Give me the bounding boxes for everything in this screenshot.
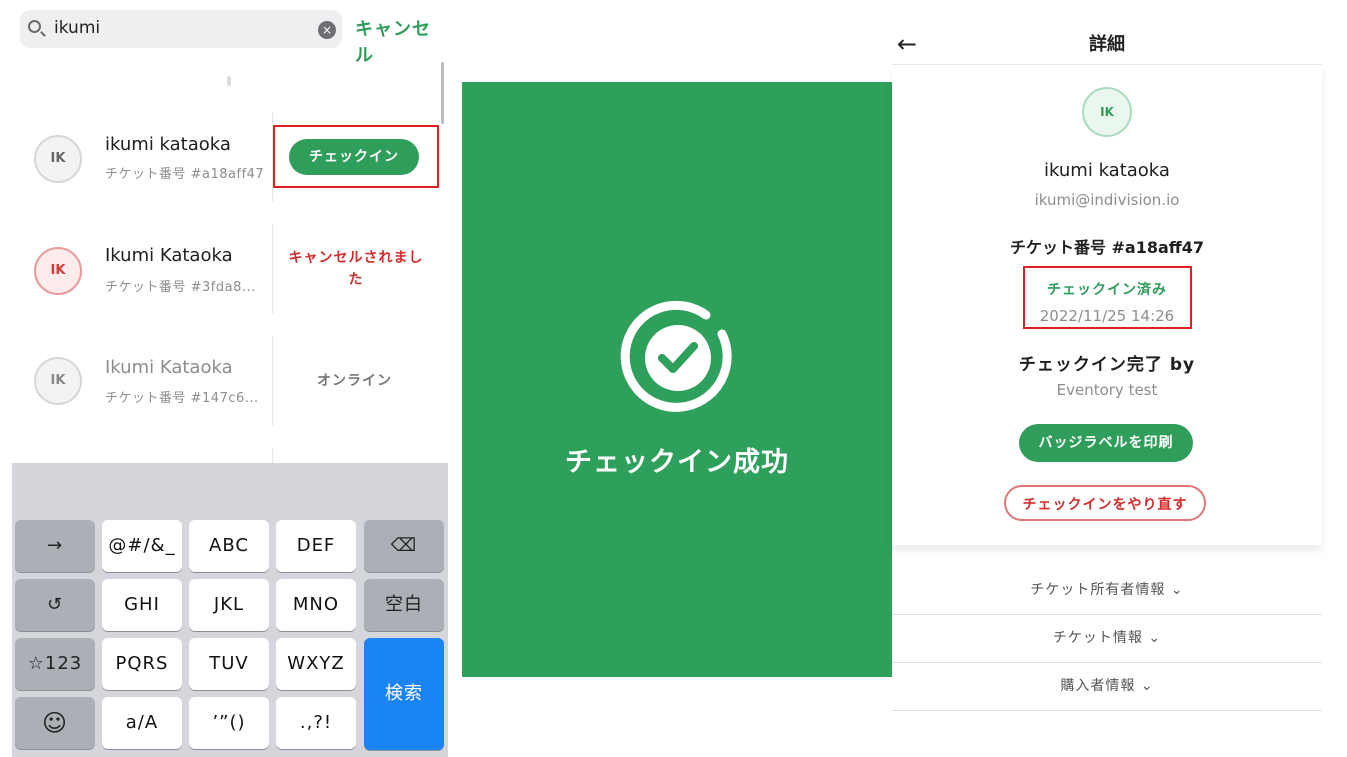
section-divider	[892, 710, 1322, 711]
emoji-icon[interactable]: ☺	[15, 697, 95, 749]
ticket-number: チケット番号 #3fda8...	[105, 280, 256, 295]
key-numbers[interactable]: ☆123	[15, 638, 95, 690]
checkin-button[interactable]: チェックイン	[289, 139, 419, 175]
ticket-info-section[interactable]: チケット情報 ⌄	[892, 614, 1322, 662]
cancel-search-button[interactable]: キャンセル	[355, 15, 448, 67]
key-abc[interactable]: ABC	[189, 520, 269, 572]
success-check-icon	[620, 300, 732, 412]
page-title: 詳細	[1089, 34, 1125, 55]
ticket-owner-info-section[interactable]: チケット所有者情報 ⌄	[892, 566, 1322, 614]
key-symbols[interactable]: @#/&_	[102, 520, 182, 572]
back-arrow-icon[interactable]: ←	[897, 30, 917, 58]
completed-by-label: チェックイン完了 by	[1018, 355, 1196, 375]
ticket-number: チケット番号 #147c6...	[105, 391, 259, 406]
clear-search-icon[interactable]: ×	[318, 21, 336, 39]
attendee-name: ikumi kataoka	[105, 134, 231, 155]
search-key[interactable]: 検索	[364, 638, 444, 750]
redo-checkin-button[interactable]: チェックインをやり直す	[1004, 485, 1206, 521]
ticket-number: チケット番号 #a18aff47	[1009, 238, 1205, 257]
avatar: IK	[34, 247, 82, 295]
checkin-success-screen: チェックイン成功	[462, 82, 892, 677]
scrollbar[interactable]	[441, 62, 444, 124]
avatar: IK	[1082, 87, 1132, 137]
key-pqrs[interactable]: PQRS	[102, 638, 182, 690]
key-def[interactable]: DEF	[276, 520, 356, 572]
loading-indicator	[227, 76, 231, 86]
key-ghi[interactable]: GHI	[102, 579, 182, 631]
key-space[interactable]: 空白	[364, 579, 444, 631]
list-item[interactable]: IK Ikumi Kataoka チケット番号 #147c6... オンライン	[0, 336, 440, 426]
checkin-status: チェックイン済み	[1047, 282, 1167, 298]
cancelled-status-line1: キャンセルされまし	[288, 250, 424, 266]
detail-screen: 詳細 ← IK ikumi kataoka ikumi@indivision.i…	[892, 0, 1322, 757]
attendee-name: Ikumi Kataoka	[105, 245, 233, 266]
keyboard: → @#/&_ ABC DEF ⌫ ↺ GHI JKL MNO 空白 ☆123 …	[12, 463, 448, 757]
ticket-number: チケット番号 #a18aff47	[105, 167, 265, 182]
checkin-timestamp: 2022/11/25 14:26	[1039, 307, 1175, 325]
row-divider	[272, 336, 273, 426]
purchaser-info-section[interactable]: 購入者情報 ⌄	[892, 662, 1322, 710]
attendee-name: Ikumi Kataoka	[105, 357, 233, 378]
key-tuv[interactable]: TUV	[189, 638, 269, 690]
search-panel: ikumi × キャンセル IK ikumi kataoka チケット番号 #a…	[0, 0, 448, 757]
row-divider	[272, 224, 273, 314]
completed-by-name: Eventory test	[1056, 381, 1158, 399]
search-query[interactable]: ikumi	[54, 18, 100, 38]
key-quotes[interactable]: ’”()	[189, 697, 269, 749]
attendee-email: ikumi@indivision.io	[1034, 191, 1180, 209]
delete-icon[interactable]: ⌫	[364, 520, 444, 572]
key-punctuation[interactable]: .,?!	[276, 697, 356, 749]
online-status: オンライン	[317, 373, 392, 389]
attendee-name: ikumi kataoka	[1044, 160, 1170, 181]
print-badge-button[interactable]: バッジラベルを印刷	[1019, 424, 1193, 462]
list-item[interactable]: IK ikumi kataoka チケット番号 #a18aff47 チェックイン	[0, 112, 440, 202]
success-message: チェックイン成功	[565, 447, 789, 478]
avatar: IK	[34, 135, 82, 183]
list-item[interactable]: IK Ikumi Kataoka チケット番号 #3fda8... キャンセルさ…	[0, 224, 440, 314]
undo-icon[interactable]: ↺	[15, 579, 95, 631]
avatar: IK	[34, 357, 82, 405]
search-icon	[28, 20, 41, 33]
cancelled-status-line2: た	[348, 272, 364, 288]
key-jkl[interactable]: JKL	[189, 579, 269, 631]
search-input[interactable]: ikumi ×	[20, 10, 342, 48]
key-wxyz[interactable]: WXYZ	[276, 638, 356, 690]
cancelled-status: キャンセルされまし た	[283, 247, 429, 291]
key-case[interactable]: a/A	[102, 697, 182, 749]
key-arrow[interactable]: →	[15, 520, 95, 572]
key-mno[interactable]: MNO	[276, 579, 356, 631]
row-divider	[272, 448, 273, 463]
